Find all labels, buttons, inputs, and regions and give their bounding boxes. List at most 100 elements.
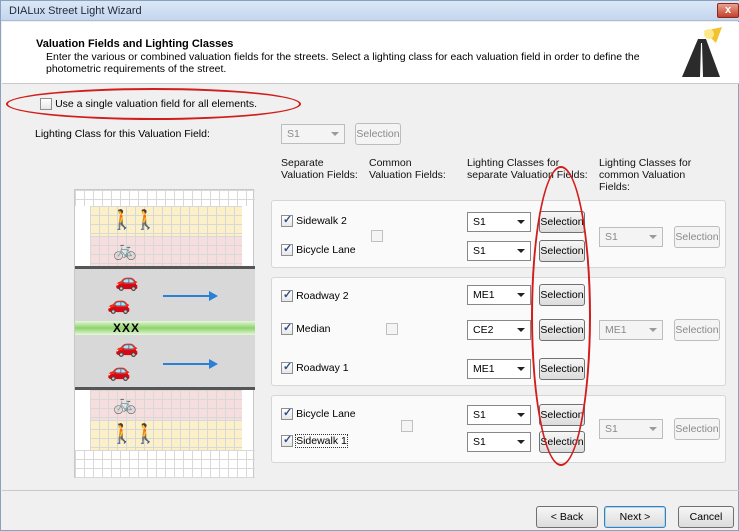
lighting-class-selection-button[interactable]: Selection <box>355 123 401 145</box>
col-header-classes-common: Lighting Classes for common Valuation Fi… <box>599 157 692 193</box>
field-row-roadway-1[interactable]: Roadway 1 <box>281 360 349 375</box>
class-value: S1 <box>473 216 486 228</box>
chevron-down-icon <box>517 293 525 297</box>
close-button[interactable]: x <box>717 3 739 18</box>
footer-divider <box>2 490 739 491</box>
title-bar: DIALux Street Light Wizard x <box>1 1 739 21</box>
field-row-bicycle-lane-1[interactable]: Bicycle Lane <box>281 406 356 421</box>
window-title: DIALux Street Light Wizard <box>9 5 142 17</box>
page-title: Valuation Fields and Lighting Classes <box>36 38 234 50</box>
common-field-checkbox[interactable] <box>401 420 414 433</box>
chevron-down-icon <box>331 132 339 136</box>
lighting-class-value: S1 <box>287 128 300 140</box>
band-sidewalk-1: 🚶🚶 <box>75 420 255 450</box>
common-selection-button-1[interactable]: Selection <box>674 226 720 248</box>
chevron-down-icon <box>649 328 657 332</box>
chevron-down-icon <box>517 328 525 332</box>
traffic-direction-arrow <box>163 295 211 297</box>
chevron-down-icon <box>649 427 657 431</box>
back-button[interactable]: < Back <box>536 506 598 528</box>
band-bicycle-lane-2: 🚲 <box>75 236 255 266</box>
wizard-window: DIALux Street Light Wizard x Valuation F… <box>0 0 739 531</box>
chevron-down-icon <box>517 249 525 253</box>
car-icon: 🚗 <box>107 294 131 315</box>
field-label: Roadway 1 <box>296 362 349 374</box>
chevron-down-icon <box>517 220 525 224</box>
street-cross-section: 🚶🚶 🚲 🚗 🚗 XXX 🚗 🚗 🚲 🚶🚶 <box>74 189 255 478</box>
class-value: S1 <box>473 436 486 448</box>
class-value: ME1 <box>473 289 495 301</box>
chevron-down-icon <box>517 440 525 444</box>
col-header-common: Common Valuation Fields: <box>369 157 446 181</box>
field-row-sidewalk-1[interactable]: Sidewalk 1 <box>281 433 348 448</box>
common-selection-button-3[interactable]: Selection <box>674 418 720 440</box>
field-label: Roadway 2 <box>296 290 349 302</box>
class-select-median[interactable]: CE2 <box>467 320 531 340</box>
class-value: S1 <box>473 245 486 257</box>
median-text: XXX <box>113 321 141 335</box>
field-checkbox[interactable] <box>281 433 293 448</box>
class-select-bicycle-lane-1[interactable]: S1 <box>467 405 531 425</box>
class-select-roadway-1[interactable]: ME1 <box>467 359 531 379</box>
bicycle-icon: 🚲 <box>113 394 137 415</box>
arrow-right-icon <box>209 359 218 369</box>
field-checkbox[interactable] <box>281 360 293 375</box>
common-class-select-3[interactable]: S1 <box>599 419 663 439</box>
arrow-right-icon <box>209 291 218 301</box>
class-value: S1 <box>473 409 486 421</box>
chevron-down-icon <box>517 413 525 417</box>
cancel-button[interactable]: Cancel <box>678 506 734 528</box>
field-label: Bicycle Lane <box>296 408 356 420</box>
field-row-median[interactable]: Median <box>281 321 331 336</box>
field-checkbox[interactable] <box>281 406 293 421</box>
field-row-roadway-2[interactable]: Roadway 2 <box>281 288 349 303</box>
class-select-sidewalk-1[interactable]: S1 <box>467 432 531 452</box>
band-margin-top <box>75 190 255 206</box>
car-icon: 🚗 <box>107 361 131 382</box>
band-roadway-2: 🚗 🚗 <box>75 269 255 321</box>
class-value: ME1 <box>473 363 495 375</box>
class-value: CE2 <box>473 324 494 336</box>
class-select-bicycle-lane-2[interactable]: S1 <box>467 241 531 261</box>
col-header-separate: Separate Valuation Fields: <box>281 157 358 181</box>
field-checkbox[interactable] <box>281 288 293 303</box>
class-value: ME1 <box>605 324 627 336</box>
common-class-select-1[interactable]: S1 <box>599 227 663 247</box>
common-selection-button-2[interactable]: Selection <box>674 319 720 341</box>
field-checkbox[interactable] <box>281 321 293 336</box>
band-sidewalk-2: 🚶🚶 <box>75 206 255 236</box>
field-label: Sidewalk 1 <box>295 434 348 448</box>
lighting-class-label: Lighting Class for this Valuation Field: <box>35 128 210 140</box>
class-value: S1 <box>605 231 618 243</box>
field-checkbox[interactable] <box>281 242 293 257</box>
pedestrian-icon: 🚶🚶 <box>110 210 158 231</box>
annotation-ellipse-selection-column <box>531 166 591 466</box>
street-wizard-icon <box>682 27 722 77</box>
field-label: Sidewalk 2 <box>296 215 347 227</box>
common-field-checkbox[interactable] <box>386 323 399 336</box>
next-button[interactable]: Next > <box>604 506 666 528</box>
lighting-class-select[interactable]: S1 <box>281 124 345 144</box>
field-label: Median <box>296 323 331 335</box>
field-label: Bicycle Lane <box>296 244 356 256</box>
car-icon: 🚗 <box>115 337 139 358</box>
band-bicycle-lane-1: 🚲 <box>75 390 255 420</box>
page-description: Enter the various or combined valuation … <box>46 51 640 75</box>
traffic-direction-arrow <box>163 363 211 365</box>
pedestrian-icon: 🚶🚶 <box>110 424 158 445</box>
field-checkbox[interactable] <box>281 213 293 228</box>
class-select-sidewalk-2[interactable]: S1 <box>467 212 531 232</box>
common-class-select-2[interactable]: ME1 <box>599 320 663 340</box>
class-select-roadway-2[interactable]: ME1 <box>467 285 531 305</box>
common-field-checkbox[interactable] <box>371 230 383 243</box>
car-icon: 🚗 <box>115 271 139 292</box>
band-roadway-1: 🚗 🚗 <box>75 335 255 387</box>
chevron-down-icon <box>517 367 525 371</box>
field-row-bicycle-lane-2[interactable]: Bicycle Lane <box>281 242 356 257</box>
bicycle-icon: 🚲 <box>113 240 137 261</box>
chevron-down-icon <box>649 235 657 239</box>
annotation-ellipse-single-field <box>6 88 301 120</box>
field-row-sidewalk-2[interactable]: Sidewalk 2 <box>281 213 347 228</box>
band-median: XXX <box>75 321 255 335</box>
col-header-classes-separate: Lighting Classes for separate Valuation … <box>467 157 588 181</box>
